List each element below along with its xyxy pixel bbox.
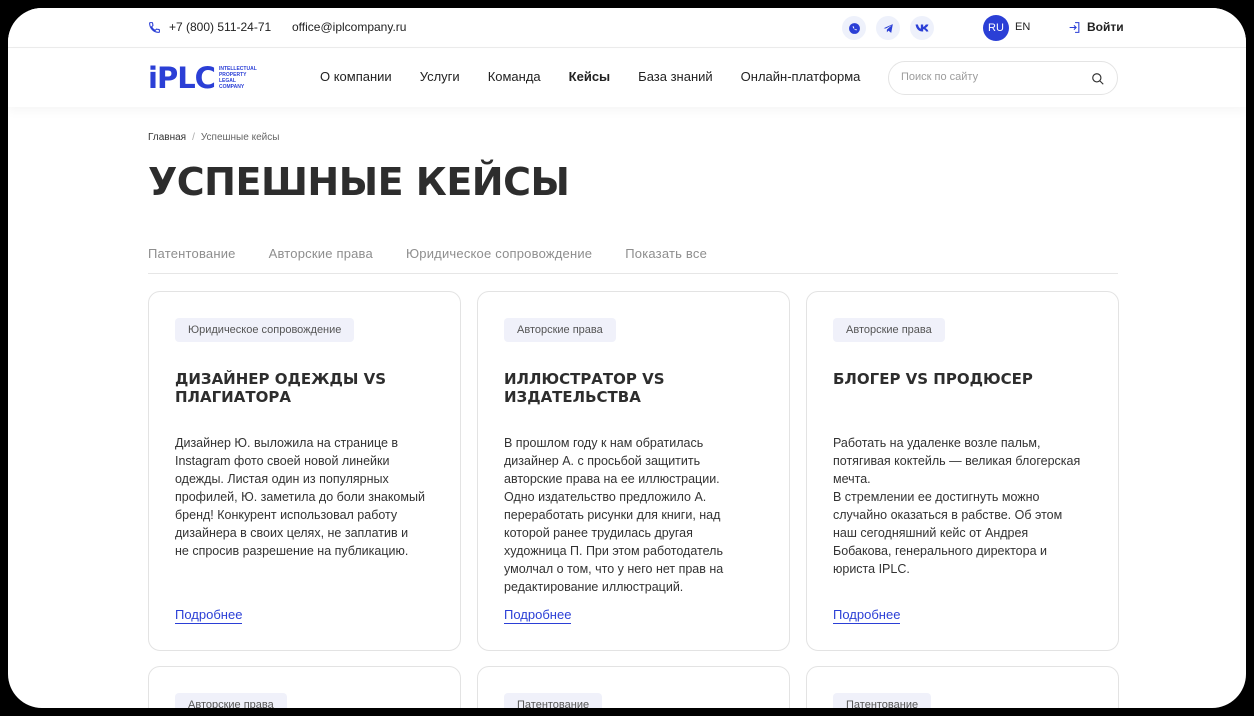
phone-number: +7 (800) 511-24-71	[169, 20, 272, 34]
whatsapp-icon[interactable]	[842, 16, 866, 40]
breadcrumb-current: Успешные кейсы	[200, 132, 280, 143]
browser-frame: +7 (800) 511-24-71 office@iplcompany.ru …	[8, 8, 1246, 708]
case-title[interactable]: Иллюстратор VS издательства	[504, 370, 764, 406]
breadcrumb: Главная / Успешные кейсы	[148, 132, 279, 143]
breadcrumb-home[interactable]: Главная	[148, 132, 186, 143]
vk-icon[interactable]	[910, 16, 934, 40]
case-title[interactable]: Дизайнер одежды VS плагиатора	[175, 370, 435, 406]
nav-item-cases[interactable]: Кейсы	[569, 69, 611, 84]
search-input[interactable]	[901, 71, 1081, 83]
phone-icon	[149, 21, 160, 33]
read-more-link[interactable]: Подробнее	[175, 607, 243, 624]
filter-tabs: Патентование Авторские права Юридическое…	[148, 246, 1118, 274]
logo-mark: iPLC	[148, 61, 216, 95]
nav-item-platform[interactable]: Онлайн-платформа	[741, 69, 861, 84]
filter-copyright[interactable]: Авторские права	[269, 246, 373, 273]
search-icon[interactable]	[1091, 72, 1105, 86]
case-tag[interactable]: Авторские права	[504, 318, 616, 342]
main-navbar: iPLC INTELLECTUAL PROPERTY LEGAL COMPANY…	[8, 49, 1246, 107]
case-tag[interactable]: Патентование	[504, 693, 603, 708]
login-label: Войти	[1087, 20, 1124, 34]
filter-patents[interactable]: Патентование	[148, 246, 236, 273]
email-link[interactable]: office@iplcompany.ru	[292, 20, 406, 34]
filter-legal-support[interactable]: Юридическое сопровождение	[406, 246, 592, 273]
case-tag[interactable]: Авторские права	[175, 693, 287, 708]
case-card: Юридическое сопровождение Дизайнер одежд…	[148, 291, 461, 651]
case-card: Авторские права Иллюстратор VS издательс…	[477, 291, 790, 651]
lang-en-button[interactable]: EN	[1015, 21, 1030, 33]
case-description: В прошлом году к нам обратилась дизайнер…	[504, 436, 724, 594]
case-tag[interactable]: Юридическое сопровождение	[175, 318, 355, 342]
case-description: Дизайнер Ю. выложила на странице в Insta…	[175, 436, 425, 558]
nav-item-team[interactable]: Команда	[488, 69, 541, 84]
case-description: Работать на удаленке возле пальм, потяги…	[833, 436, 1081, 576]
case-card: Патентование	[806, 666, 1119, 708]
case-title[interactable]: Блогер VS продюсер	[833, 370, 1093, 388]
case-tag[interactable]: Патентование	[833, 693, 932, 708]
nav-item-services[interactable]: Услуги	[420, 69, 460, 84]
login-icon	[1069, 21, 1080, 33]
lang-ru-button[interactable]: RU	[983, 15, 1009, 41]
search-box	[888, 61, 1118, 95]
main-nav: О компании Услуги Команда Кейсы База зна…	[320, 69, 888, 84]
case-card: Авторские права	[148, 666, 461, 708]
case-card: Патентование	[477, 666, 790, 708]
filter-show-all[interactable]: Показать все	[625, 246, 707, 273]
logo-subtitle: INTELLECTUAL PROPERTY LEGAL COMPANY	[218, 66, 257, 90]
nav-item-knowledge[interactable]: База знаний	[638, 69, 713, 84]
read-more-link[interactable]: Подробнее	[833, 607, 901, 624]
nav-item-about[interactable]: О компании	[320, 69, 392, 84]
login-button[interactable]: Войти	[1068, 20, 1124, 34]
phone-link[interactable]: +7 (800) 511-24-71	[148, 20, 271, 34]
case-card: Авторские права Блогер VS продюсер Работ…	[806, 291, 1119, 651]
telegram-icon[interactable]	[876, 16, 900, 40]
top-bar: +7 (800) 511-24-71 office@iplcompany.ru …	[8, 8, 1246, 48]
read-more-link[interactable]: Подробнее	[504, 607, 572, 624]
logo[interactable]: iPLC INTELLECTUAL PROPERTY LEGAL COMPANY	[148, 61, 261, 95]
page-title: УСПЕШНЫЕ КЕЙСЫ	[148, 160, 570, 204]
breadcrumb-separator: /	[192, 132, 195, 143]
case-tag[interactable]: Авторские права	[833, 318, 945, 342]
